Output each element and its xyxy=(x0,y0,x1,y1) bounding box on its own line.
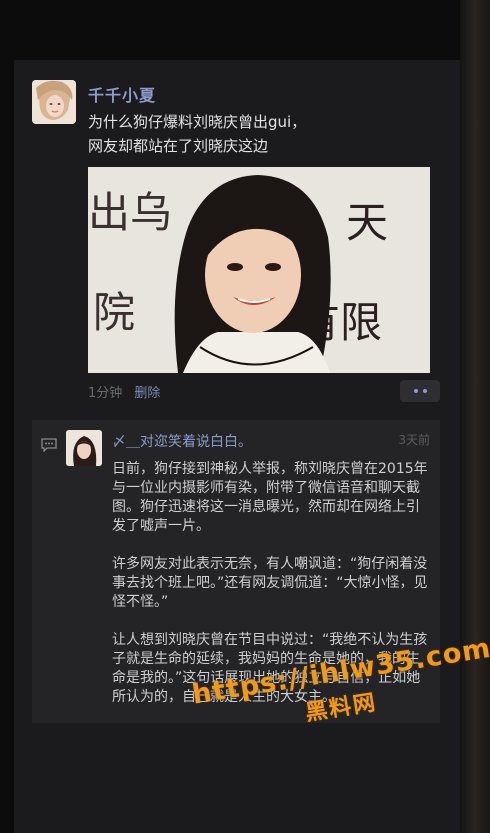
comment-time: 3天前 xyxy=(398,433,430,447)
post-username[interactable]: 千千小夏 xyxy=(88,82,156,106)
dot xyxy=(422,389,427,393)
commenter-name[interactable]: 〆＿对迩笑着说白白。 xyxy=(112,431,252,451)
comment-paragraph: 许多网友对此表示无奈，有人嘲讽道：“狗仔闲着没事去找个班上吧。”还有网友调侃道：… xyxy=(112,556,428,610)
background-edge xyxy=(460,0,490,833)
commenter-avatar[interactable] xyxy=(66,430,102,466)
svg-text:出乌: 出乌 xyxy=(88,188,172,237)
more-dots-icon[interactable] xyxy=(400,380,440,402)
delete-link[interactable]: 删除 xyxy=(134,386,160,401)
post-text: 为什么狗仔爆料刘晓庆曾出gui， 网友却都站在了刘晓庆这边 xyxy=(88,110,428,158)
dot xyxy=(413,389,418,393)
post-meta: 1分钟 删除 xyxy=(88,382,160,401)
svg-text:天: 天 xyxy=(346,198,388,247)
post-image[interactable]: 出乌 天 院 有限 xyxy=(88,167,430,373)
post-text-line: 为什么狗仔爆料刘晓庆曾出gui， xyxy=(88,113,307,131)
user-avatar[interactable] xyxy=(32,80,76,124)
comment-icon xyxy=(41,438,57,452)
post-text-line: 网友却都站在了刘晓庆这边 xyxy=(88,137,269,155)
svg-text:院: 院 xyxy=(93,288,135,337)
comment-paragraph: 日前，狗仔接到神秘人举报，称刘晓庆曾在2015年与一位业内摄影师有染，附带了微信… xyxy=(112,461,428,534)
post-time: 1分钟 xyxy=(88,386,123,401)
